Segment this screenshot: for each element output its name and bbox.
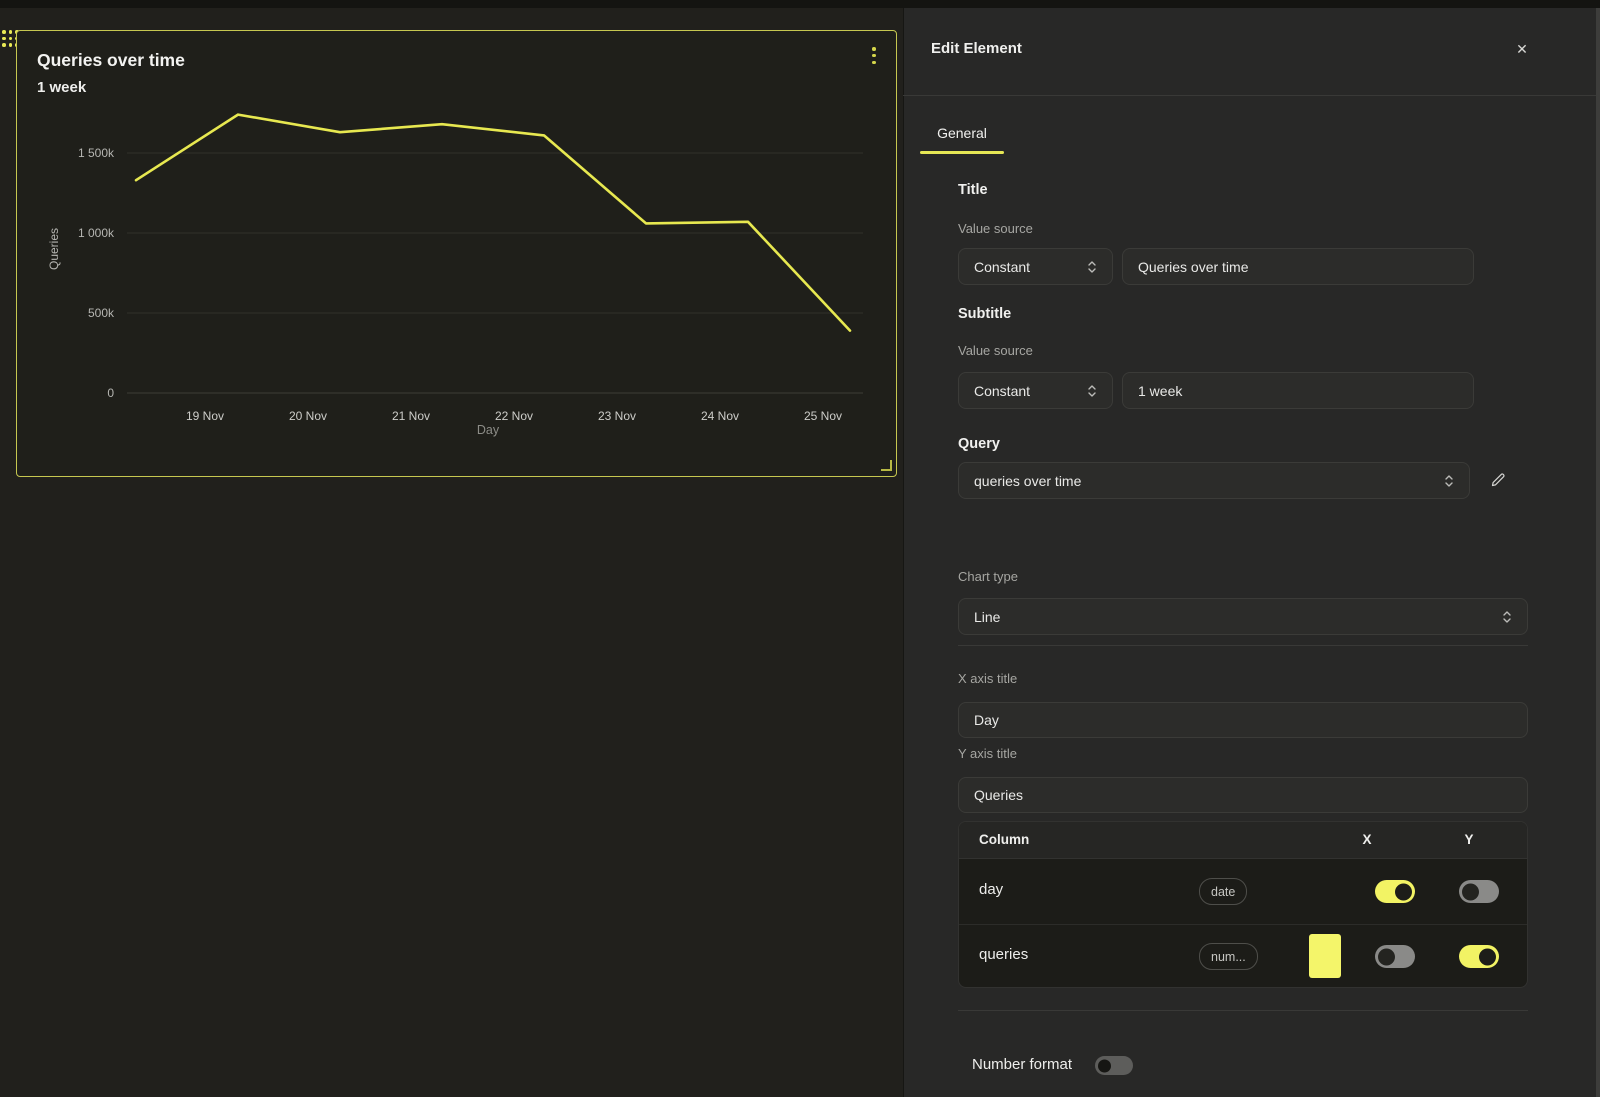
chevron-updown-icon <box>1087 259 1097 275</box>
svg-text:1 000k: 1 000k <box>78 226 115 240</box>
x-axis-title-value: Day <box>974 712 999 728</box>
y-axis-title-value: Queries <box>974 787 1023 803</box>
window-top-edge <box>0 0 1600 8</box>
title-input-value: Queries over time <box>1138 259 1248 275</box>
header-divider <box>903 95 1600 96</box>
x-axis-title-input[interactable]: Day <box>958 702 1528 738</box>
chart-type-value: Line <box>974 609 1000 625</box>
svg-text:500k: 500k <box>88 306 115 320</box>
pencil-icon <box>1490 472 1506 488</box>
edit-query-button[interactable] <box>1484 466 1512 494</box>
chevron-updown-icon <box>1087 383 1097 399</box>
column-name: day <box>979 881 1003 898</box>
chevron-updown-icon <box>1502 609 1512 625</box>
tab-general[interactable]: General <box>920 115 1004 151</box>
table-row-queries: queries num... <box>959 924 1527 988</box>
app-window: Queries over time 1 week 1 500k 1 000k 500… <box>0 0 1600 1097</box>
svg-text:1 500k: 1 500k <box>78 146 115 160</box>
title-input[interactable]: Queries over time <box>1122 248 1474 285</box>
svg-text:25 Nov: 25 Nov <box>804 409 842 423</box>
columns-table: Column X Y day date queries num... <box>958 821 1528 988</box>
y-toggle-queries[interactable] <box>1459 945 1499 968</box>
subtitle-input-value: 1 week <box>1138 383 1182 399</box>
svg-text:19 Nov: 19 Nov <box>186 409 224 423</box>
query-select-value: queries over time <box>974 473 1081 489</box>
subtitle-source-value: Constant <box>974 383 1030 399</box>
title-source-value: Constant <box>974 259 1030 275</box>
chart-card[interactable]: Queries over time 1 week 1 500k1 000k500… <box>16 30 897 477</box>
subtitle-value-source-label: Value source <box>958 343 1033 358</box>
section-divider <box>958 1010 1528 1011</box>
chart-type-select[interactable]: Line <box>958 598 1528 635</box>
x-axis-title-label: X axis title <box>958 671 1017 686</box>
x-toggle-queries[interactable] <box>1375 945 1415 968</box>
panel-title: Edit Element <box>931 40 1022 57</box>
type-badge: num... <box>1199 943 1258 970</box>
svg-text:20 Nov: 20 Nov <box>289 409 327 423</box>
scrollbar[interactable] <box>1596 8 1600 1097</box>
svg-text:21 Nov: 21 Nov <box>392 409 430 423</box>
section-divider <box>958 645 1528 646</box>
svg-text:Queries: Queries <box>47 228 61 270</box>
subtitle-source-select[interactable]: Constant <box>958 372 1113 409</box>
y-toggle-day[interactable] <box>1459 880 1499 903</box>
number-format-label: Number format <box>972 1056 1072 1073</box>
x-toggle-day[interactable] <box>1375 880 1415 903</box>
column-header: Column <box>979 832 1029 847</box>
svg-text:23 Nov: 23 Nov <box>598 409 636 423</box>
y-axis-title-input[interactable]: Queries <box>958 777 1528 813</box>
y-axis-title-label: Y axis title <box>958 746 1017 761</box>
column-name: queries <box>979 946 1028 963</box>
chevron-updown-icon <box>1444 473 1454 489</box>
svg-text:22 Nov: 22 Nov <box>495 409 533 423</box>
svg-text:Day: Day <box>477 423 500 437</box>
query-section-heading: Query <box>958 436 1000 452</box>
y-header: Y <box>1449 832 1489 847</box>
chart-type-label: Chart type <box>958 569 1018 584</box>
close-icon[interactable]: ✕ <box>1510 37 1534 61</box>
table-row-day: day date <box>959 858 1527 925</box>
svg-text:24 Nov: 24 Nov <box>701 409 739 423</box>
resize-handle[interactable] <box>881 460 892 471</box>
number-format-toggle[interactable] <box>1095 1056 1133 1075</box>
type-badge: date <box>1199 878 1247 905</box>
columns-table-header: Column X Y <box>959 822 1527 859</box>
query-select[interactable]: queries over time <box>958 462 1470 499</box>
title-section-heading: Title <box>958 182 988 198</box>
title-value-source-label: Value source <box>958 221 1033 236</box>
svg-text:0: 0 <box>107 386 114 400</box>
series-color-swatch[interactable] <box>1309 934 1341 978</box>
line-chart: 1 500k 1 000k 500k 0 19 Nov 20 Nov 21 Nov 22 No… <box>17 31 898 478</box>
title-source-select[interactable]: Constant <box>958 248 1113 285</box>
tab-active-underline <box>920 151 1004 154</box>
subtitle-input[interactable]: 1 week <box>1122 372 1474 409</box>
subtitle-section-heading: Subtitle <box>958 306 1011 322</box>
x-header: X <box>1347 832 1387 847</box>
